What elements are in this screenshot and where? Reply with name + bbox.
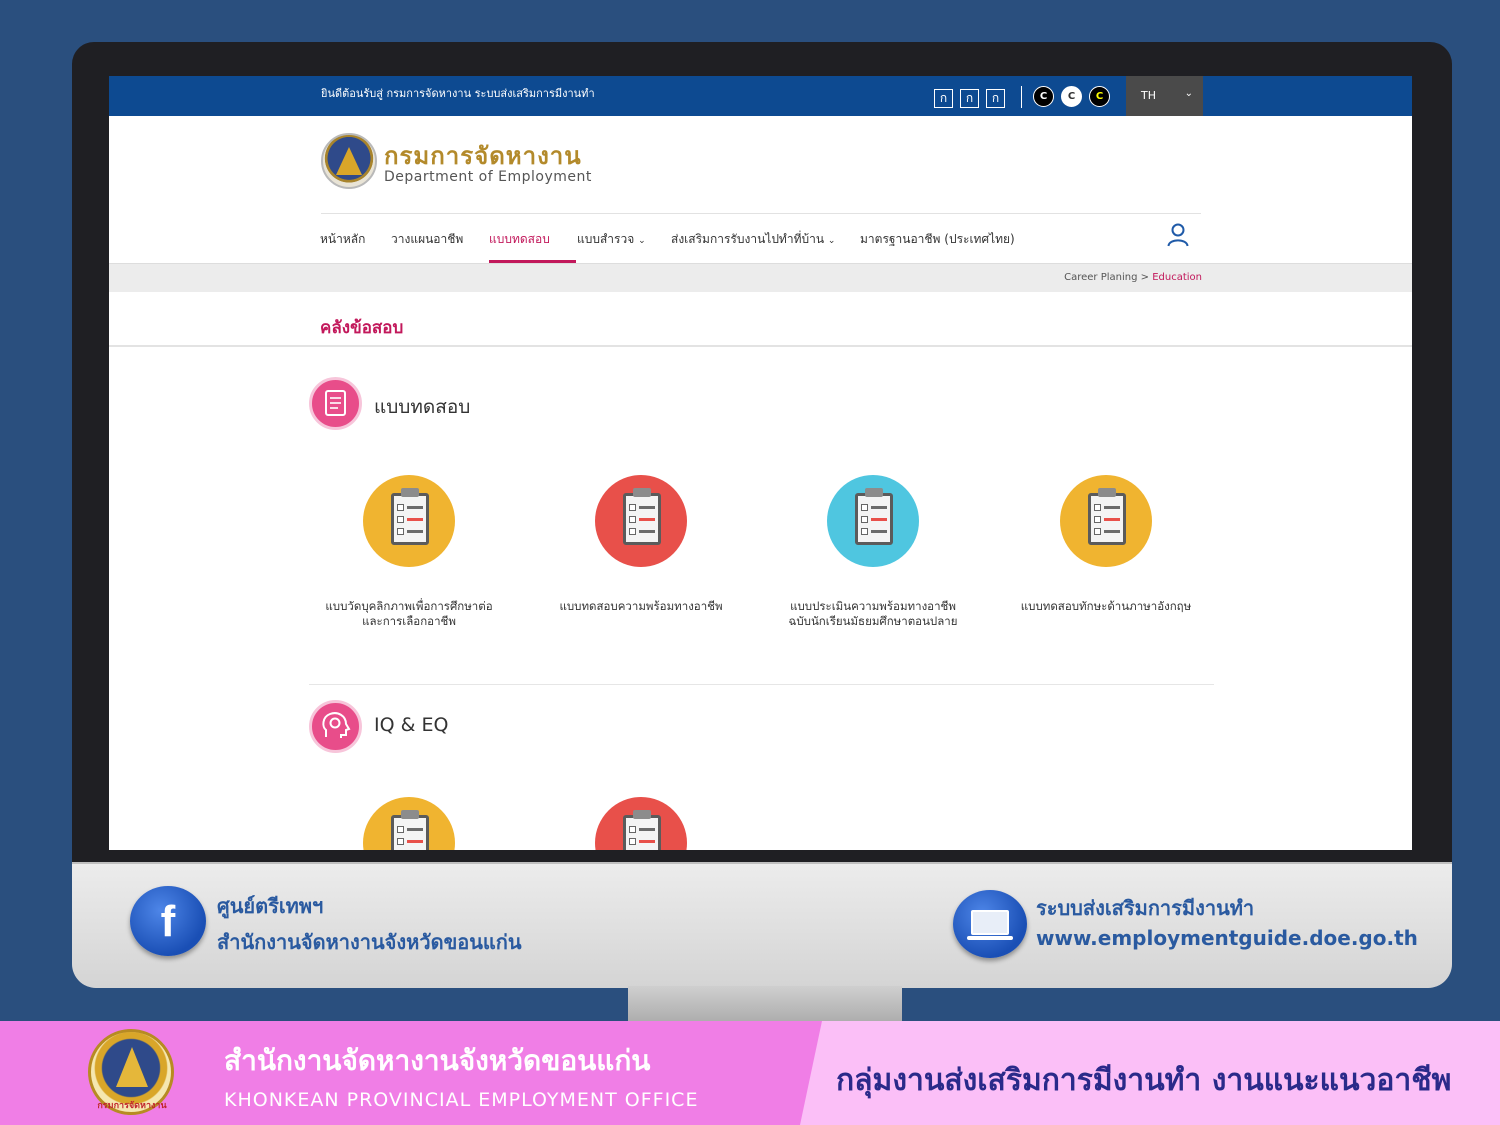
breadcrumb-parent-link[interactable]: Career Planing — [1064, 272, 1137, 283]
test-card[interactable]: แบบประเมินความพร้อมทางอาชีพ ฉบับนักเรียน… — [783, 475, 963, 629]
welcome-text: ยินดีต้อนรับสู่ กรมการจัดหางาน ระบบส่งเส… — [321, 87, 595, 100]
clipboard-icon — [595, 475, 687, 567]
test-card[interactable] — [551, 797, 731, 850]
office-seal-logo: กรมการจัดหางาน — [88, 1029, 174, 1115]
facebook-page-line1: ศูนย์ตรีเทพฯ — [217, 894, 324, 918]
nav-item-home[interactable]: หน้าหลัก — [320, 230, 365, 249]
website-icon[interactable] — [953, 890, 1027, 958]
font-size-large-button[interactable]: ก — [986, 89, 1005, 108]
clipboard-icon — [595, 797, 687, 850]
chevron-down-icon: ⌄ — [827, 236, 836, 246]
clipboard-icon — [363, 797, 455, 850]
test-card-label: แบบวัดบุคลิกภาพเพื่อการศึกษาต่อและการเลื… — [325, 599, 493, 628]
page-title: คลังข้อสอบ — [320, 318, 404, 338]
nav-item-standards[interactable]: มาตรฐานอาชีพ (ประเทศไทย) — [860, 230, 1015, 249]
website-title: ระบบส่งเสริมการมีงานทำ — [1036, 896, 1255, 920]
test-card[interactable]: แบบวัดบุคลิกภาพเพื่อการศึกษาต่อและการเลื… — [319, 475, 499, 629]
breadcrumb-trail: Career Planing > Education — [1064, 272, 1202, 283]
font-size-medium-button[interactable]: ก — [960, 89, 979, 108]
brain-gear-icon — [309, 700, 362, 753]
nav-item-survey-label: แบบสำรวจ — [577, 232, 635, 246]
breadcrumb-separator: > — [1140, 272, 1150, 283]
user-icon[interactable] — [1167, 223, 1189, 247]
test-card[interactable] — [319, 797, 499, 850]
contrast-yellow-button[interactable]: C — [1089, 86, 1110, 107]
language-value: TH — [1141, 89, 1156, 102]
section-divider — [309, 684, 1214, 685]
top-bar: ยินดีต้อนรับสู่ กรมการจัดหางาน ระบบส่งเส… — [109, 76, 1412, 116]
section-title-iq-eq: IQ & EQ — [374, 714, 449, 736]
facebook-icon[interactable]: f — [130, 886, 206, 956]
breadcrumb-current: Education — [1152, 272, 1202, 283]
contrast-white-button[interactable]: C — [1061, 86, 1082, 107]
nav-divider — [321, 213, 1201, 214]
office-name-en: KHONKEAN PROVINCIAL EMPLOYMENT OFFICE — [224, 1089, 699, 1111]
breadcrumb: Career Planing > Education — [109, 263, 1412, 292]
test-card-label: แบบประเมินความพร้อมทางอาชีพ ฉบับนักเรียน… — [788, 599, 958, 628]
test-card[interactable]: แบบทดสอบความพร้อมทางอาชีพ — [551, 475, 731, 614]
browser-screen: ยินดีต้อนรับสู่ กรมการจัดหางาน ระบบส่งเส… — [109, 76, 1412, 850]
clipboard-icon — [827, 475, 919, 567]
clipboard-icon — [1060, 475, 1152, 567]
language-select[interactable]: TH ⌄ — [1126, 76, 1203, 116]
contrast-black-button[interactable]: C — [1033, 86, 1054, 107]
chevron-down-icon: ⌄ — [1184, 88, 1193, 99]
facebook-page-line2: สำนักงานจัดหางานจังหวัดขอนแก่น — [217, 930, 522, 954]
nav-item-tests[interactable]: แบบทดสอบ — [489, 230, 550, 249]
brand-name-en: Department of Employment — [384, 169, 592, 185]
test-card-label: แบบทดสอบทักษะด้านภาษาอังกฤษ — [1020, 599, 1192, 613]
test-card-label: แบบทดสอบความพร้อมทางอาชีพ — [559, 599, 723, 613]
nav-item-survey[interactable]: แบบสำรวจ ⌄ — [577, 230, 646, 249]
group-name: กลุ่มงานส่งเสริมการมีงานทำ งานแนะแนวอาชี… — [836, 1063, 1452, 1098]
monitor-stand — [628, 986, 902, 1026]
topbar-separator — [1021, 86, 1022, 108]
department-logo[interactable] — [321, 133, 377, 189]
clipboard-icon — [363, 475, 455, 567]
chevron-down-icon: ⌄ — [638, 236, 646, 246]
font-size-small-button[interactable]: ก — [934, 89, 953, 108]
nav-item-home-work[interactable]: ส่งเสริมการรับงานไปทำที่บ้าน ⌄ — [671, 230, 835, 249]
test-paper-icon — [309, 377, 362, 430]
nav-item-career-plan[interactable]: วางแผนอาชีพ — [391, 230, 463, 249]
test-card[interactable]: แบบทดสอบทักษะด้านภาษาอังกฤษ — [1016, 475, 1196, 614]
title-divider — [109, 345, 1412, 347]
section-title-tests: แบบทดสอบ — [374, 396, 471, 418]
monitor-chin: f ศูนย์ตรีเทพฯ สำนักงานจัดหางานจังหวัดขอ… — [72, 862, 1452, 988]
nav-item-home-work-label: ส่งเสริมการรับงานไปทำที่บ้าน — [671, 232, 825, 246]
website-url[interactable]: www.employmentguide.doe.go.th — [1036, 926, 1418, 950]
seal-text: กรมการจัดหางาน — [97, 1101, 167, 1111]
office-name-th: สำนักงานจัดหางานจังหวัดขอนแก่น — [224, 1044, 651, 1077]
bottom-banner: กรมการจัดหางาน สำนักงานจัดหางานจังหวัดขอ… — [0, 1021, 1500, 1125]
